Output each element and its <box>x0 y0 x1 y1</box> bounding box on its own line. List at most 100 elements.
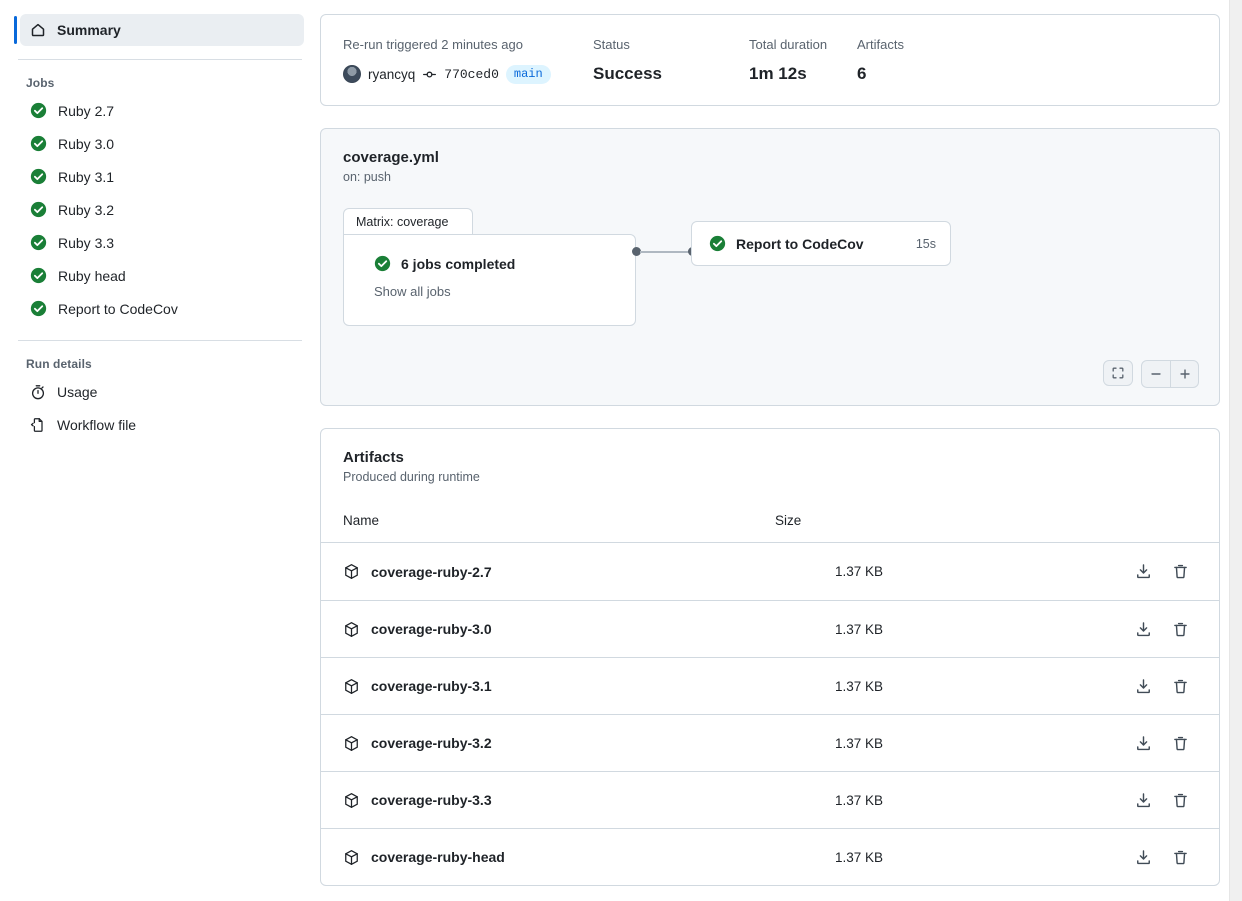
graph-canvas[interactable]: Matrix: coverage 6 jobs completed Show a… <box>343 208 1197 338</box>
artifacts-card: Artifacts Produced during runtime Name S… <box>320 428 1220 886</box>
main-content: Re-run triggered 2 minutes ago ryancyq 7… <box>320 0 1242 901</box>
duration-value: 1m 12s <box>749 64 807 83</box>
actor-name[interactable]: ryancyq <box>368 67 415 82</box>
workflow-run-summary-page: Summary Jobs Ruby 2.7 Ruby 3.0 Ruby 3.1 <box>0 0 1242 901</box>
trash-icon[interactable] <box>1172 678 1189 695</box>
sidebar-job-label: Ruby head <box>58 267 126 284</box>
success-check-icon <box>709 235 726 252</box>
artifacts-header: Artifacts Produced during runtime <box>321 429 1219 484</box>
trash-icon[interactable] <box>1172 735 1189 752</box>
commit-sha[interactable]: 770ced0 <box>444 67 499 82</box>
download-icon[interactable] <box>1135 735 1152 752</box>
sidebar-item-job[interactable]: Ruby 2.7 <box>20 94 304 127</box>
trash-icon[interactable] <box>1172 849 1189 866</box>
git-commit-icon <box>422 67 437 82</box>
sidebar-item-job[interactable]: Ruby head <box>20 259 304 292</box>
artifact-size: 1.37 KB <box>835 849 884 865</box>
success-check-icon <box>30 168 47 185</box>
graph-edge <box>640 251 692 253</box>
sidebar-divider-bottom <box>18 340 302 341</box>
table-row: coverage-ruby-3.1 1.37 KB <box>321 657 1219 714</box>
branch-badge[interactable]: main <box>505 64 551 84</box>
table-row: coverage-ruby-head 1.37 KB <box>321 828 1219 885</box>
table-row: coverage-ruby-3.2 1.37 KB <box>321 714 1219 771</box>
trash-icon[interactable] <box>1172 792 1189 809</box>
graph-node-label: Report to CodeCov <box>736 235 864 252</box>
sidebar-workflow-file-label: Workflow file <box>57 416 137 433</box>
artifact-name[interactable]: coverage-ruby-2.7 <box>371 564 492 580</box>
trash-icon[interactable] <box>1172 563 1189 580</box>
graph-zoom-controls <box>1103 360 1199 388</box>
sidebar-job-label: Ruby 3.2 <box>58 201 115 218</box>
artifacts-subtitle: Produced during runtime <box>343 470 480 484</box>
sidebar-job-label: Ruby 2.7 <box>58 102 115 119</box>
success-check-icon <box>374 255 391 272</box>
trash-icon[interactable] <box>1172 621 1189 638</box>
sidebar-item-job[interactable]: Ruby 3.0 <box>20 127 304 160</box>
matrix-group-tab[interactable]: Matrix: coverage <box>343 208 473 235</box>
artifact-size: 1.37 KB <box>835 564 884 579</box>
sidebar-item-job[interactable]: Report to CodeCov <box>20 292 304 325</box>
download-icon[interactable] <box>1135 849 1152 866</box>
artifacts-count-label: Artifacts <box>857 37 904 52</box>
artifact-name[interactable]: coverage-ruby-3.0 <box>371 621 492 637</box>
artifact-size: 1.37 KB <box>835 678 884 694</box>
fit-screen-button[interactable] <box>1103 360 1133 386</box>
status-value: Success <box>593 64 662 83</box>
page-scrollbar[interactable] <box>1229 0 1242 901</box>
artifact-name[interactable]: coverage-ruby-3.3 <box>371 792 492 808</box>
package-icon <box>343 678 360 695</box>
artifact-name[interactable]: coverage-ruby-3.2 <box>371 735 492 751</box>
sidebar-item-usage[interactable]: Usage <box>20 375 304 408</box>
sidebar: Summary Jobs Ruby 2.7 Ruby 3.0 Ruby 3.1 <box>0 0 320 901</box>
table-row: coverage-ruby-3.0 1.37 KB <box>321 600 1219 657</box>
artifact-name[interactable]: coverage-ruby-head <box>371 849 505 865</box>
sidebar-usage-label: Usage <box>57 383 98 400</box>
status-label: Status <box>593 37 630 52</box>
sidebar-jobs-heading: Jobs <box>26 76 55 90</box>
avatar <box>343 65 361 83</box>
table-row: coverage-ruby-3.3 1.37 KB <box>321 771 1219 828</box>
workflow-trigger-event: on: push <box>343 170 391 184</box>
workflow-graph-card: coverage.yml on: push Matrix: coverage 6… <box>320 128 1220 406</box>
sidebar-item-summary[interactable]: Summary <box>14 14 304 46</box>
package-icon <box>343 849 360 866</box>
fit-screen-icon <box>1111 366 1125 380</box>
run-status-column: Status Success <box>593 37 749 85</box>
zoom-in-button[interactable] <box>1170 361 1198 387</box>
package-icon <box>343 792 360 809</box>
artifacts-count-value: 6 <box>857 64 867 83</box>
artifact-size: 1.37 KB <box>835 792 884 808</box>
zoom-out-button[interactable] <box>1142 361 1170 387</box>
sidebar-item-job[interactable]: Ruby 3.2 <box>20 193 304 226</box>
package-icon <box>343 735 360 752</box>
show-all-jobs-link[interactable]: Show all jobs <box>374 284 451 299</box>
run-trigger-column: Re-run triggered 2 minutes ago ryancyq 7… <box>343 37 593 85</box>
package-icon <box>343 621 360 638</box>
download-icon[interactable] <box>1135 563 1152 580</box>
download-icon[interactable] <box>1135 792 1152 809</box>
download-icon[interactable] <box>1135 621 1152 638</box>
matrix-group-node[interactable]: Matrix: coverage 6 jobs completed Show a… <box>343 208 636 326</box>
sidebar-item-summary-label: Summary <box>57 22 121 38</box>
package-icon <box>343 563 360 580</box>
column-header-name: Name <box>343 512 380 528</box>
sidebar-item-job[interactable]: Ruby 3.1 <box>20 160 304 193</box>
matrix-jobs-completed[interactable]: 6 jobs completed <box>374 255 515 272</box>
graph-node-report-to-codecov[interactable]: Report to CodeCov 15s <box>691 221 951 266</box>
download-icon[interactable] <box>1135 678 1152 695</box>
matrix-group-tab-label: Matrix: coverage <box>356 215 449 229</box>
zoom-button-group <box>1141 360 1199 388</box>
run-trigger-label: Re-run triggered 2 minutes ago <box>343 37 523 52</box>
plus-icon <box>1178 367 1192 381</box>
stopwatch-icon <box>30 384 46 400</box>
workflow-file-name: coverage.yml <box>343 149 439 166</box>
sidebar-item-workflow-file[interactable]: Workflow file <box>20 408 304 441</box>
table-row: coverage-ruby-2.7 1.37 KB <box>321 543 1219 600</box>
matrix-group-body: 6 jobs completed Show all jobs <box>343 234 636 326</box>
home-icon <box>30 22 46 38</box>
artifact-name[interactable]: coverage-ruby-3.1 <box>371 678 492 694</box>
column-header-size: Size <box>775 512 802 528</box>
sidebar-job-label: Ruby 3.0 <box>58 135 115 152</box>
sidebar-item-job[interactable]: Ruby 3.3 <box>20 226 304 259</box>
